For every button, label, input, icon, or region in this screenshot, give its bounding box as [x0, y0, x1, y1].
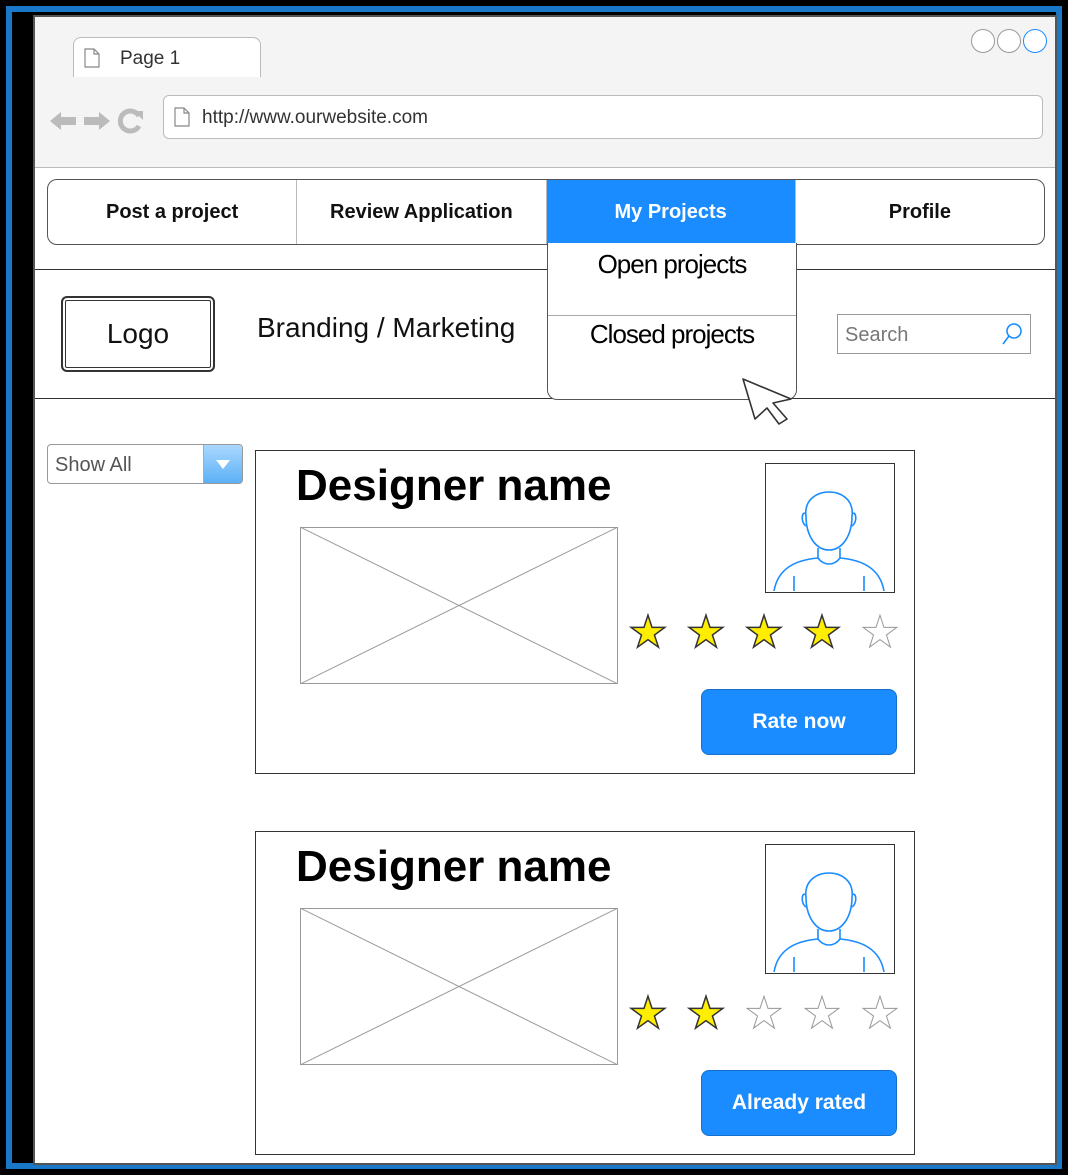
star-icon[interactable]: ★ [686, 610, 727, 656]
browser-window: Page 1 http://www.ourwebsite.com Post a … [33, 15, 1057, 1165]
avatar [765, 844, 895, 974]
branding-text: Branding / Marketing [257, 312, 516, 343]
back-arrow-icon[interactable] [49, 110, 77, 132]
designer-name: Designer name [296, 842, 612, 891]
avatar [765, 463, 895, 593]
reload-icon[interactable] [117, 107, 145, 135]
dropdown-item-closed-projects[interactable]: Closed projects [548, 319, 796, 350]
image-placeholder [300, 908, 618, 1065]
search-input[interactable]: Search [837, 314, 1031, 354]
minimize-button[interactable] [971, 29, 995, 53]
dropdown-divider [548, 315, 796, 316]
forward-arrow-icon[interactable] [83, 110, 111, 132]
select-arrow[interactable] [203, 445, 242, 483]
designer-card: Designer name ★ ★ ★ ★ ★ Rate now [255, 450, 915, 774]
page-icon [84, 48, 100, 68]
maximize-button[interactable] [997, 29, 1021, 53]
url-text: http://www.ourwebsite.com [202, 107, 428, 128]
menu-item-post-project[interactable]: Post a project [48, 180, 298, 244]
search-icon[interactable] [1000, 321, 1024, 347]
tab-label: Page 1 [120, 48, 181, 69]
search-placeholder: Search [845, 324, 909, 346]
filter-select-value: Show All [55, 454, 132, 476]
already-rated-button[interactable]: Already rated [701, 1070, 897, 1136]
star-icon[interactable]: ★ [628, 610, 669, 656]
filter-select[interactable]: Show All [47, 444, 243, 484]
star-icon[interactable]: ★ [744, 610, 785, 656]
browser-tab[interactable]: Page 1 [73, 37, 261, 77]
nav-buttons [49, 107, 145, 135]
close-button[interactable] [1023, 29, 1047, 53]
logo: Logo [61, 296, 215, 372]
tab-strip: Page 1 [35, 17, 1055, 78]
chevron-down-icon [216, 460, 230, 469]
menu-item-profile[interactable]: Profile [796, 180, 1044, 244]
site-header: Logo Branding / Marketing Search [35, 269, 1055, 399]
page-icon [174, 107, 190, 127]
star-icon[interactable]: ★ [744, 991, 784, 1036]
dropdown-item-open-projects[interactable]: Open projects [548, 249, 796, 280]
rating-stars: ★ ★ ★ ★ ★ [628, 991, 901, 1037]
star-icon[interactable]: ★ [802, 610, 843, 656]
star-icon[interactable]: ★ [860, 610, 900, 655]
image-placeholder [300, 527, 618, 684]
rating-stars: ★ ★ ★ ★ ★ [628, 610, 901, 656]
star-icon[interactable]: ★ [686, 991, 727, 1037]
user-avatar-icon [773, 491, 885, 592]
menu-item-my-projects[interactable]: My Projects [546, 180, 796, 244]
user-avatar-icon [773, 872, 885, 973]
mouse-pointer-icon [742, 378, 792, 425]
address-bar-area: http://www.ourwebsite.com [35, 77, 1055, 168]
star-icon[interactable]: ★ [860, 991, 900, 1036]
designer-card: Designer name ★ ★ ★ ★ ★ Already rated [255, 831, 915, 1155]
main-menu: Post a project Review Application My Pro… [47, 179, 1045, 245]
star-icon[interactable]: ★ [628, 991, 669, 1037]
window-controls [971, 29, 1047, 53]
url-input[interactable]: http://www.ourwebsite.com [163, 95, 1043, 139]
designer-name: Designer name [296, 461, 612, 510]
menu-item-review-application[interactable]: Review Application [297, 180, 547, 244]
rate-now-button[interactable]: Rate now [701, 689, 897, 755]
star-icon[interactable]: ★ [802, 991, 842, 1036]
